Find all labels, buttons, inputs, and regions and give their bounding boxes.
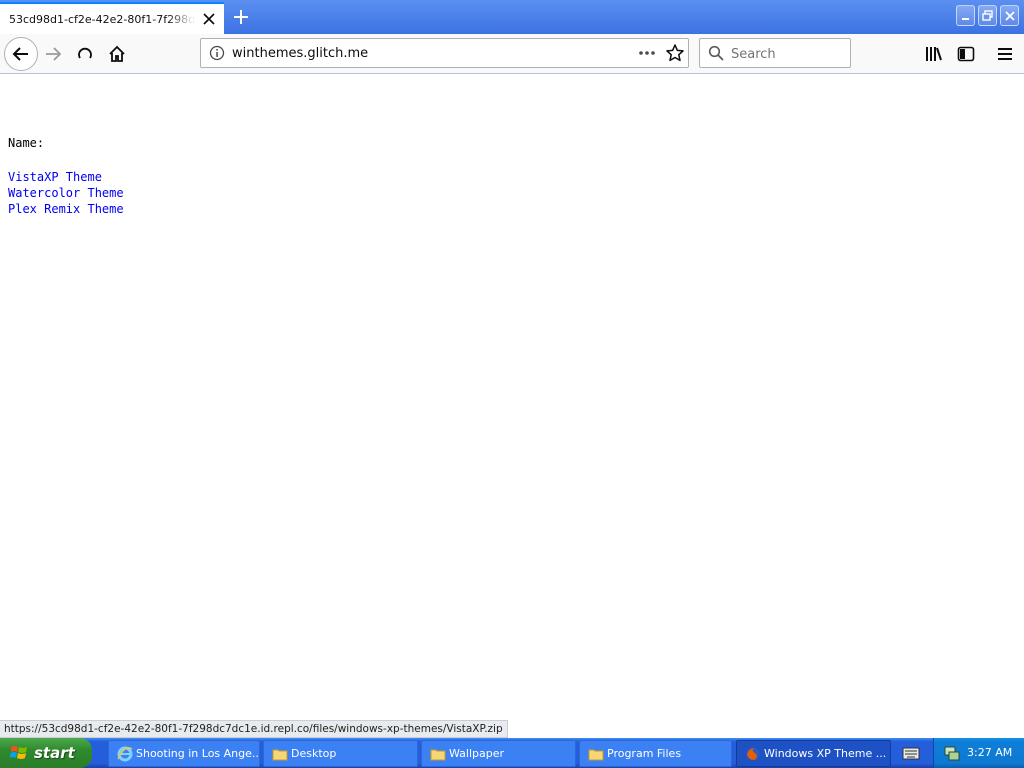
name-label: Name: [8, 136, 45, 150]
address-bar[interactable]: winthemes.glitch.me [200, 38, 689, 68]
taskbar-item-ie[interactable]: Shooting in Los Ange... [108, 740, 260, 767]
theme-list: VistaXP Theme Watercolor Theme Plex Remi… [8, 169, 124, 217]
theme-link-plex-remix[interactable]: Plex Remix Theme [8, 201, 124, 217]
info-icon[interactable] [209, 45, 225, 61]
hamburger-menu-icon [998, 48, 1012, 60]
taskbar-item-label: Windows XP Theme ... [764, 747, 887, 760]
network-icon[interactable] [943, 744, 961, 762]
taskbar-item-label: Shooting in Los Ange... [136, 747, 259, 760]
search-bar[interactable] [699, 38, 851, 68]
taskbar-item-program-files[interactable]: Program Files [579, 740, 732, 767]
nav-toolbar: winthemes.glitch.me [0, 34, 1024, 74]
search-icon [708, 45, 724, 61]
ie-icon [117, 746, 133, 761]
start-label: start [34, 744, 75, 762]
theme-link-watercolor[interactable]: Watercolor Theme [8, 185, 124, 201]
back-button[interactable] [4, 37, 38, 71]
close-window-icon [1004, 10, 1015, 21]
tab-active[interactable]: 53cd98d1-cf2e-42e2-80f1-7f298dc7dc1e.id.… [0, 2, 224, 34]
tab-strip: 53cd98d1-cf2e-42e2-80f1-7f298dc7dc1e.id.… [0, 0, 1024, 34]
taskbar-item-label: Desktop [291, 747, 337, 760]
taskbar-item-label: Wallpaper [449, 747, 505, 760]
windows-flag-icon [10, 746, 27, 759]
forward-button[interactable] [42, 43, 64, 65]
restore-icon [982, 10, 993, 21]
start-button[interactable]: start [0, 738, 92, 768]
library-icon [926, 47, 942, 61]
minimize-icon [961, 17, 969, 20]
tab-title: 53cd98d1-cf2e-42e2-80f1-7f298dc7dc1e.id.… [9, 12, 195, 26]
taskbar-item-desktop[interactable]: Desktop [263, 740, 418, 767]
folder-icon [272, 749, 288, 760]
sidebar-button[interactable] [955, 43, 977, 65]
taskbar-item-firefox[interactable]: Windows XP Theme ... [736, 740, 891, 767]
folder-icon [588, 749, 604, 760]
minimize-button[interactable] [956, 5, 975, 26]
new-tab-icon[interactable] [230, 6, 252, 28]
url-text[interactable]: winthemes.glitch.me [232, 46, 368, 61]
forward-arrow-icon [46, 47, 62, 61]
home-button[interactable] [106, 43, 128, 65]
search-input[interactable] [731, 45, 843, 63]
page-content: Name: VistaXP Theme Watercolor Theme Ple… [0, 75, 1024, 720]
taskbar: start Shooting in Los Ange... Desktop Wa… [0, 738, 1024, 768]
keyboard-icon[interactable] [902, 745, 920, 761]
theme-link-vistaxp[interactable]: VistaXP Theme [8, 169, 124, 185]
menu-button[interactable] [994, 43, 1016, 65]
reload-icon [78, 47, 92, 59]
sidebar-icon [957, 46, 975, 62]
system-tray: 3:27 AM [933, 738, 1024, 768]
close-icon[interactable] [203, 13, 215, 25]
library-button[interactable] [923, 43, 945, 65]
home-icon [109, 45, 125, 62]
taskbar-item-label: Program Files [607, 747, 682, 760]
restore-button[interactable] [978, 5, 997, 26]
bookmark-star-icon[interactable] [665, 43, 685, 63]
taskbar-item-wallpaper[interactable]: Wallpaper [421, 740, 576, 767]
page-actions-icon[interactable] [637, 44, 657, 62]
clock[interactable]: 3:27 AM [967, 746, 1012, 759]
firefox-icon [746, 747, 760, 760]
reload-button[interactable] [74, 43, 96, 65]
back-arrow-icon [12, 47, 28, 61]
link-status-bar: https://53cd98d1-cf2e-42e2-80f1-7f298dc7… [0, 720, 508, 738]
close-window-button[interactable] [1000, 5, 1019, 26]
folder-icon [430, 749, 446, 760]
